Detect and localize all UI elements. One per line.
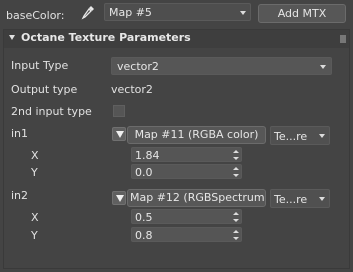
chevron-down-icon	[319, 134, 325, 138]
rollout-title: Octane Texture Parameters	[21, 31, 191, 44]
input-type-value: vector2	[117, 60, 159, 73]
in2-type-dropdown[interactable]: Te...re	[270, 189, 330, 208]
drag-grip-icon[interactable]	[340, 35, 346, 43]
in2-map-button-label: Map #12 (RGBSpectrum Texture)	[130, 191, 265, 204]
collapse-icon	[9, 35, 15, 40]
output-type-value: vector2	[111, 83, 153, 96]
in1-map-button[interactable]: Map #11 (RGBA color)	[127, 126, 266, 144]
chevron-down-icon	[320, 65, 326, 69]
triangle-down-icon	[116, 131, 124, 138]
in1-x-value: 1.84	[135, 149, 160, 162]
in1-expand-button[interactable]	[112, 127, 126, 141]
in2-x-spinner[interactable]: 0.5	[131, 209, 242, 224]
in1-x-spinner[interactable]: 1.84	[131, 147, 242, 162]
second-input-type-checkbox[interactable]	[113, 105, 125, 117]
in2-label: in2	[11, 189, 29, 202]
in2-y-label: Y	[31, 229, 38, 242]
map-selector[interactable]: Map #5	[104, 3, 251, 21]
chevron-down-icon	[319, 197, 325, 201]
in2-x-value: 0.5	[135, 211, 153, 224]
spinner-arrows-icon	[233, 230, 239, 240]
map-selector-value: Map #5	[109, 6, 152, 19]
in2-expand-button[interactable]	[112, 191, 126, 205]
spinner-arrows-icon	[233, 212, 239, 222]
in2-y-spinner[interactable]: 0.8	[131, 227, 242, 242]
input-type-dropdown[interactable]: vector2	[111, 57, 332, 75]
in1-type-value: Te...re	[274, 130, 308, 143]
in2-type-value: Te...re	[274, 193, 308, 206]
in1-y-label: Y	[31, 166, 38, 179]
spinner-arrows-icon	[233, 150, 239, 160]
output-type-label: Output type	[11, 83, 78, 96]
spinner-arrows-icon	[233, 167, 239, 177]
second-input-type-label: 2nd input type	[11, 105, 92, 118]
in2-map-button[interactable]: Map #12 (RGBSpectrum Texture)	[127, 189, 266, 207]
in1-x-label: X	[31, 149, 39, 162]
eyedropper-icon[interactable]	[80, 4, 96, 22]
in2-y-value: 0.8	[135, 229, 153, 242]
in1-y-value: 0.0	[135, 166, 153, 179]
base-color-label: baseColor:	[6, 9, 65, 22]
rollout-header[interactable]: Octane Texture Parameters	[4, 30, 349, 48]
in1-type-dropdown[interactable]: Te...re	[270, 126, 330, 145]
input-type-label: Input Type	[11, 59, 69, 72]
in2-x-label: X	[31, 211, 39, 224]
in1-label: in1	[11, 127, 29, 140]
chevron-down-icon	[240, 11, 246, 15]
triangle-down-icon	[116, 195, 124, 202]
add-mtx-button[interactable]: Add MTX	[258, 4, 346, 23]
in1-y-spinner[interactable]: 0.0	[131, 164, 242, 179]
